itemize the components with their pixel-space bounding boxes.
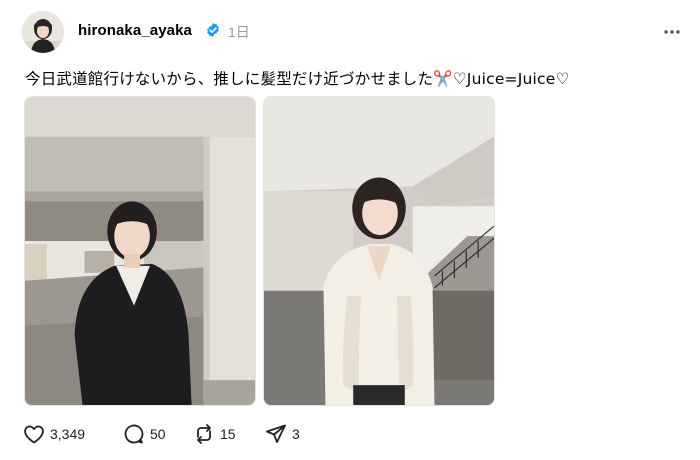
like-count: 3,349 — [50, 426, 86, 442]
send-icon — [266, 424, 286, 443]
verified-badge-icon — [207, 23, 219, 37]
heart-icon — [24, 425, 44, 444]
comment-count: 50 — [150, 426, 166, 442]
avatar[interactable] — [22, 11, 64, 53]
repost-count: 15 — [220, 426, 236, 442]
comment-icon — [124, 424, 144, 444]
avatar-image — [22, 11, 64, 53]
post-time: 1日 — [228, 24, 250, 40]
photo-2[interactable] — [263, 96, 495, 406]
photo-1-image — [25, 97, 255, 405]
post-header: hironaka_ayaka 1日 — [22, 10, 682, 54]
repost-icon — [197, 424, 211, 444]
photo-1[interactable] — [24, 96, 256, 406]
username[interactable]: hironaka_ayaka — [78, 22, 192, 39]
post-caption: 今日武道館行けないから、推しに髪型だけ近づかせました✂️♡Juice=Juice… — [25, 70, 570, 88]
share-count: 3 — [292, 426, 300, 442]
more-options-icon[interactable] — [662, 22, 682, 42]
photo-2-image — [264, 97, 494, 405]
